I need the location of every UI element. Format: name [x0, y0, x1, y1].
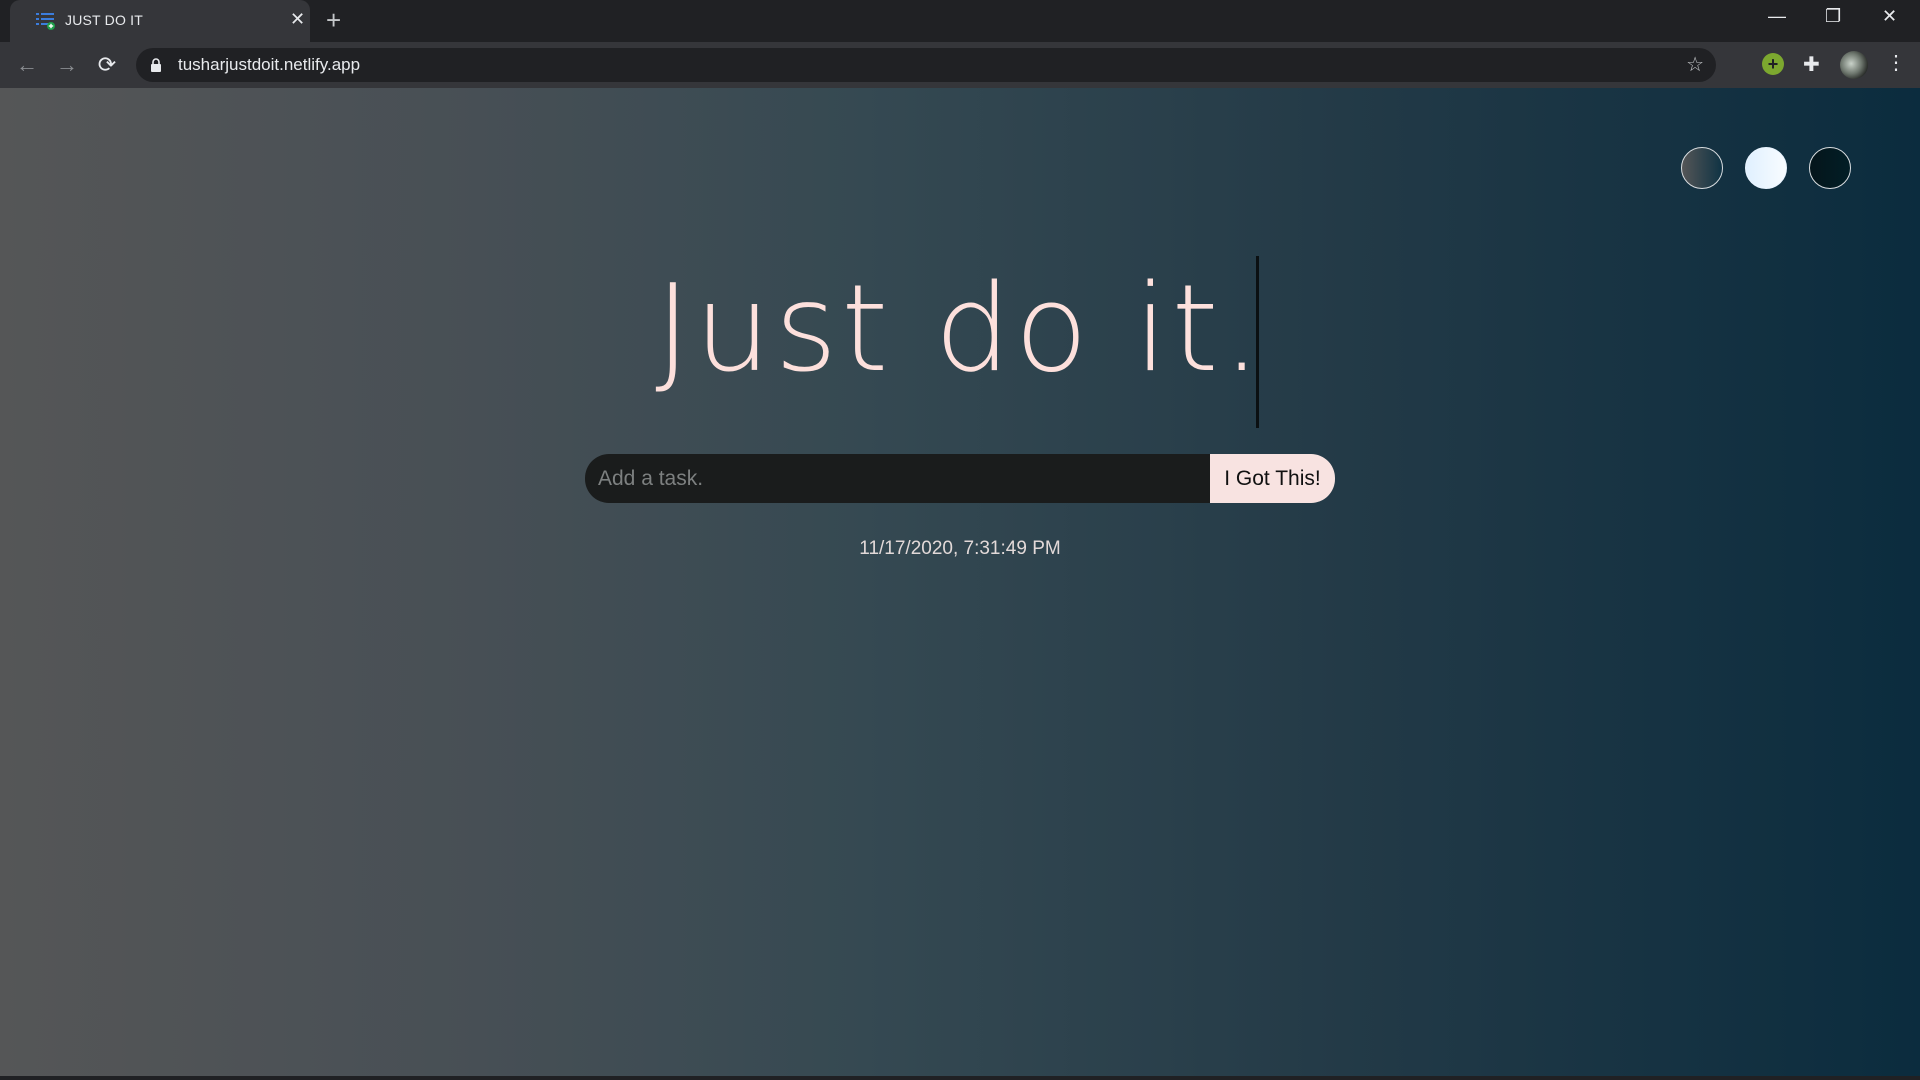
app-page: Just do it. I Got This! 11/17/2020, 7:31… [0, 88, 1920, 1076]
page-title: Just do it. [655, 260, 1265, 399]
lock-icon [151, 58, 161, 72]
close-tab-icon[interactable]: ✕ [290, 9, 305, 29]
reload-button[interactable]: ⟳ [93, 51, 121, 79]
extension-plus-icon[interactable]: + [1762, 53, 1784, 75]
text-cursor [1256, 256, 1259, 428]
browser-toolbar: ← → ⟳ tusharjustdoit.netlify.app ☆ + ✚ ⋮ [0, 42, 1920, 89]
taskbar-edge [0, 1076, 1920, 1080]
minimize-button[interactable]: — [1768, 6, 1786, 27]
theme-swatch-light-blue[interactable] [1745, 147, 1787, 189]
browser-tab[interactable]: JUST DO IT ✕ [10, 0, 310, 42]
browser-menu-icon[interactable]: ⋮ [1886, 52, 1906, 74]
task-input[interactable] [585, 454, 1210, 503]
tab-title: JUST DO IT [65, 12, 143, 28]
theme-swatch-dark-navy[interactable] [1809, 147, 1851, 189]
profile-avatar[interactable] [1840, 51, 1868, 79]
new-tab-button[interactable]: + [326, 6, 341, 34]
current-datetime: 11/17/2020, 7:31:49 PM [859, 538, 1061, 559]
address-bar[interactable]: tusharjustdoit.netlify.app ☆ [136, 48, 1716, 82]
add-task-button[interactable]: I Got This! [1210, 454, 1335, 503]
list-add-icon [36, 12, 56, 30]
task-form: I Got This! [585, 454, 1335, 503]
restore-button[interactable]: ❐ [1825, 6, 1841, 27]
theme-swatch-gray-teal[interactable] [1681, 147, 1723, 189]
url-text[interactable]: tusharjustdoit.netlify.app [178, 55, 360, 75]
extensions-puzzle-icon[interactable]: ✚ [1803, 52, 1820, 77]
forward-button[interactable]: → [53, 51, 81, 79]
browser-title-bar: JUST DO IT ✕ + — ❐ ✕ [0, 0, 1920, 42]
close-window-button[interactable]: ✕ [1882, 6, 1897, 27]
bookmark-star-icon[interactable]: ☆ [1686, 52, 1704, 77]
back-button[interactable]: ← [13, 51, 41, 79]
